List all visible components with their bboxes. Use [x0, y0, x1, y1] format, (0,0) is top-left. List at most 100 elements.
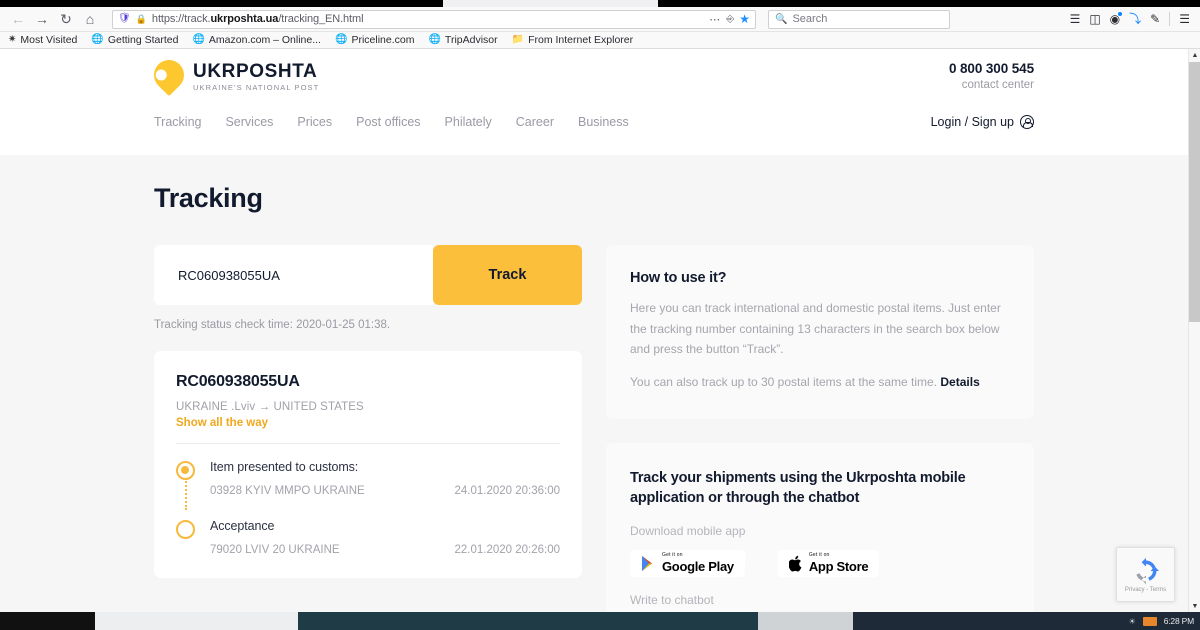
taskbar-start-button[interactable] — [0, 612, 95, 630]
nav-item-tracking[interactable]: Tracking — [154, 115, 201, 129]
taskbar-clock[interactable]: 6:28 PM — [1164, 616, 1194, 626]
how-to-use-paragraph-2-text: You can also track up to 30 postal items… — [630, 374, 941, 389]
toolbar-separator — [1169, 12, 1171, 26]
tab-1[interactable] — [0, 0, 443, 7]
hamburger-menu-icon[interactable]: ☰ — [1179, 13, 1190, 25]
tracking-check-time: Tracking status check time: 2020-01-25 0… — [154, 319, 391, 331]
page-viewport: UKRPOSHTA UKRAINE'S NATIONAL POST 0 800 … — [0, 49, 1188, 612]
timeline-event: Acceptance 79020 LVIV 20 UKRAINE 22.01.2… — [176, 519, 560, 556]
address-bar[interactable]: 🛡 🔒 https://track.ukrposhta.ua/tracking_… — [112, 9, 756, 29]
star-outline-icon: ✷ — [8, 34, 17, 45]
url-text: https://track.ukrposhta.ua/tracking_EN.h… — [151, 13, 364, 25]
details-link[interactable]: Details — [940, 375, 979, 389]
nav-item-philately[interactable]: Philately — [445, 115, 492, 129]
os-taskbar: ☀ 6:28 PM — [0, 612, 1200, 630]
globe-icon: 🌐 — [334, 34, 348, 45]
tracking-input-wrapper[interactable] — [154, 245, 433, 305]
bookmark-label: Priceline.com — [351, 34, 415, 46]
how-to-use-title: How to use it? — [630, 270, 727, 286]
browser-toolbar: ← → ↻ ⌂ 🛡 🔒 https://track.ukrposhta.ua/t… — [0, 7, 1200, 32]
event-place: 03928 KYIV MMPO UKRAINE — [210, 485, 365, 497]
library-icon[interactable]: ☰ — [1070, 13, 1081, 25]
system-tray: ☀ 6:28 PM — [1129, 616, 1200, 626]
badge-small-text: Get it on — [662, 552, 683, 558]
recaptcha-privacy-terms[interactable]: Privacy - Terms — [1125, 587, 1166, 593]
contact-phone[interactable]: 0 800 300 545 — [949, 61, 1034, 76]
tracking-protection-shield-icon[interactable]: 🛡 — [118, 14, 131, 24]
ukrposhta-pin-logo-icon — [147, 53, 191, 97]
back-arrow-icon[interactable]: ← — [6, 8, 30, 30]
timeline-marker-hollow-icon — [176, 520, 195, 539]
forward-arrow-icon[interactable]: → — [30, 8, 54, 30]
bookmark-priceline[interactable]: 🌐 Priceline.com — [335, 34, 414, 46]
event-date: 24.01.2020 20:36:00 — [454, 485, 560, 497]
tab-2[interactable] — [658, 0, 1200, 7]
how-to-use-paragraph-2: You can also track up to 30 postal items… — [630, 372, 1010, 393]
nav-item-prices[interactable]: Prices — [297, 115, 332, 129]
tracking-number-input[interactable] — [178, 267, 433, 283]
taskbar-window-1[interactable] — [95, 612, 298, 630]
page-scrollbar[interactable]: ▲ ▼ — [1188, 49, 1200, 612]
nav-item-career[interactable]: Career — [516, 115, 554, 129]
volume-icon[interactable] — [1142, 616, 1157, 626]
highlighter-icon[interactable]: ✎ — [1150, 13, 1160, 25]
account-icon[interactable]: ◉ — [1110, 12, 1123, 25]
nav-item-business[interactable]: Business — [578, 115, 629, 129]
bookmark-amazon[interactable]: 🌐 Amazon.com – Online... — [192, 34, 321, 46]
bookmark-folder-from-ie[interactable]: 📁 From Internet Explorer — [512, 34, 634, 46]
timeline-dotted-line — [185, 478, 187, 510]
store-badges: Get it on Google Play Get it on App Stor… — [630, 549, 1010, 577]
badge-store-name: App Store — [808, 559, 869, 574]
scroll-down-arrow-icon[interactable]: ▼ — [1189, 600, 1200, 612]
event-status: Acceptance — [210, 519, 275, 533]
nav-item-post-offices[interactable]: Post offices — [356, 115, 420, 129]
taskbar-window-3[interactable] — [758, 612, 853, 630]
nav-item-services[interactable]: Services — [225, 115, 273, 129]
bookmark-label: From Internet Explorer — [528, 34, 634, 46]
site-header: UKRPOSHTA UKRAINE'S NATIONAL POST 0 800 … — [0, 49, 1188, 155]
bookmark-getting-started[interactable]: 🌐 Getting Started — [91, 34, 178, 46]
card-divider — [176, 443, 560, 444]
sidebar-icon[interactable]: ◫ — [1089, 13, 1100, 25]
bookmark-tripadvisor[interactable]: 🌐 TripAdvisor — [428, 34, 497, 46]
page-content: Tracking Track Tracking status check tim… — [154, 155, 1034, 612]
timeline-event: Item presented to customs: 03928 KYIV MM… — [176, 460, 560, 497]
network-icon[interactable]: ☀ — [1129, 617, 1136, 626]
tracking-timeline: Item presented to customs: 03928 KYIV MM… — [176, 460, 560, 556]
contact-label: contact center — [961, 79, 1034, 91]
recaptcha-badge[interactable]: Privacy - Terms — [1116, 547, 1175, 602]
browser-window: ← → ↻ ⌂ 🛡 🔒 https://track.ukrposhta.ua/t… — [0, 0, 1200, 630]
contact-block: 0 800 300 545 contact center — [949, 61, 1034, 91]
download-app-label: Download mobile app — [630, 523, 746, 538]
how-to-use-paragraph-1: Here you can track international and dom… — [630, 301, 1001, 357]
bookmark-most-visited[interactable]: ✷ Most Visited — [8, 34, 77, 46]
left-column: Track Tracking status check time: 2020-0… — [154, 245, 582, 578]
downloads-icon[interactable]: ⤵ — [1129, 13, 1141, 25]
pocket-icon[interactable]: ⎆ — [726, 14, 734, 25]
scrollbar-thumb[interactable] — [1189, 62, 1200, 322]
bookmark-star-icon[interactable]: ★ — [739, 12, 750, 26]
padlock-icon[interactable]: 🔒 — [136, 14, 147, 24]
reload-icon[interactable]: ↻ — [54, 8, 78, 30]
tab-strip — [0, 0, 1200, 7]
track-button[interactable]: Track — [433, 245, 582, 305]
logo-name: UKRPOSHTA — [193, 60, 318, 82]
user-account-icon — [1020, 115, 1034, 129]
login-signup-button[interactable]: Login / Sign up — [931, 115, 1034, 129]
home-icon[interactable]: ⌂ — [78, 8, 102, 30]
app-store-badge[interactable]: Get it on App Store — [777, 549, 880, 577]
google-play-badge[interactable]: Get it on Google Play — [630, 549, 745, 577]
bookmark-label: Most Visited — [20, 34, 78, 46]
browser-search-placeholder: Search — [792, 13, 828, 25]
page-actions-dots-icon[interactable]: ⋯ — [709, 13, 721, 26]
route-arrow-icon: → — [258, 401, 271, 413]
toolbar-right-group: ☰ ◫ ◉ ⤵ ✎ ☰ — [1070, 12, 1194, 26]
site-logo[interactable]: UKRPOSHTA UKRAINE'S NATIONAL POST — [147, 49, 1034, 97]
main-nav: Tracking Services Prices Post offices Ph… — [154, 115, 1034, 129]
globe-icon: 🌐 — [192, 34, 205, 45]
scroll-up-arrow-icon[interactable]: ▲ — [1189, 49, 1200, 61]
logo-tagline: UKRAINE'S NATIONAL POST — [193, 83, 320, 93]
browser-search-bar[interactable]: 🔍 Search — [768, 9, 950, 29]
taskbar-window-2[interactable] — [298, 612, 758, 630]
show-all-the-way-link[interactable]: Show all the way — [176, 417, 560, 429]
